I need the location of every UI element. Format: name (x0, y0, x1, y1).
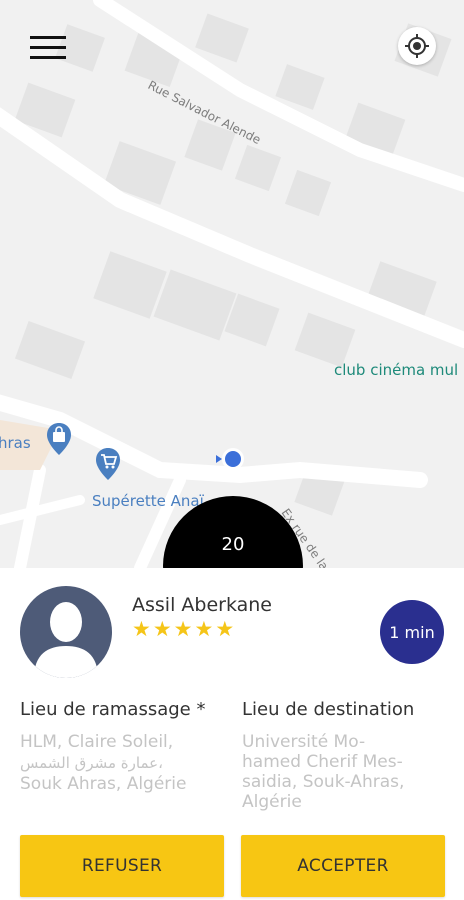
poi-label-hras[interactable]: hras (0, 434, 31, 452)
refuse-button[interactable]: REFUSER (20, 835, 224, 897)
destination-address-line: saidia, Souk-Ahras, (242, 772, 405, 792)
my-location-button[interactable] (398, 27, 436, 65)
star-icon: ★ (215, 617, 235, 641)
star-icon: ★ (152, 617, 172, 641)
pickup-address-line: عمارة مشرق الشمس، (20, 754, 163, 772)
poi-label-club-cinema[interactable]: club cinéma mul (334, 361, 458, 379)
star-icon: ★ (173, 617, 193, 641)
pickup-address-line: HLM, Claire Soleil, (20, 732, 174, 752)
ride-request-panel: Assil Aberkane ★ ★ ★ ★ ★ 1 min Lieu de r… (0, 568, 464, 900)
my-location-icon (405, 34, 429, 58)
rider-avatar (20, 586, 112, 678)
pickup-address-line: Souk Ahras, Algérie (20, 774, 187, 794)
star-icon: ★ (194, 617, 214, 641)
hamburger-menu-icon[interactable] (30, 36, 66, 62)
poi-label-superette[interactable]: Supérette Anaï (92, 492, 204, 510)
rider-name: Assil Aberkane (132, 594, 272, 616)
accept-button[interactable]: ACCEPTER (241, 835, 445, 897)
pickup-title: Lieu de ramassage * (20, 699, 206, 720)
map-view[interactable]: Rue Salvador Alende Ex rue de la club ci… (0, 0, 464, 568)
map-canvas (0, 0, 464, 568)
destination-address-line: Université Mo- (242, 732, 366, 752)
user-silhouette-icon (34, 602, 98, 678)
destination-address: Université Mo- hamed Cherif Mes- saidia,… (242, 732, 442, 812)
star-icon: ★ (132, 617, 151, 641)
destination-title: Lieu de destination (242, 699, 415, 720)
destination-address-line: Algérie (242, 792, 302, 812)
eta-badge: 1 min (380, 600, 444, 664)
countdown-value: 20 (221, 534, 245, 555)
rider-rating: ★ ★ ★ ★ ★ (132, 618, 234, 640)
destination-address-line: hamed Cherif Mes- (242, 752, 403, 772)
pickup-address: HLM, Claire Soleil, عمارة مشرق الشمس، So… (20, 732, 220, 795)
